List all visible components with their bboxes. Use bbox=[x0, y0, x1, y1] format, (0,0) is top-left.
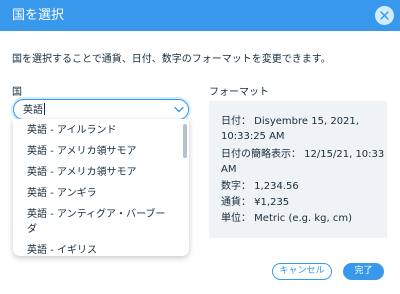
close-button[interactable] bbox=[375, 6, 394, 25]
country-option[interactable]: 英語 - アメリカ領サモア bbox=[27, 166, 136, 180]
country-select-value[interactable]: 英語 bbox=[23, 103, 45, 118]
dialog-description: 国を選択することで通貨、日付、数字のフォーマットを変更できます。 bbox=[12, 54, 331, 65]
chevron-down-icon[interactable] bbox=[174, 106, 184, 113]
dialog-title: 国を選択 bbox=[12, 8, 65, 23]
format-unit-line: 単位： Metric (e.g. kg, cm) bbox=[221, 213, 353, 224]
text-cursor bbox=[44, 103, 45, 115]
country-option[interactable]: 英語 - アンティグア・バーブー bbox=[27, 208, 165, 222]
format-date-line-continued: 10:33:25 AM bbox=[221, 131, 285, 142]
country-label: 国 bbox=[12, 87, 22, 98]
format-short-date-line-continued: AM bbox=[221, 164, 237, 175]
format-currency-line: 通貨： ¥1,235 bbox=[221, 197, 290, 208]
country-option[interactable]: 英語 - アンギラ bbox=[27, 187, 97, 201]
country-option[interactable]: 英語 - アメリカ領サモア bbox=[27, 145, 136, 159]
format-number-line: 数字： 1,234.56 bbox=[221, 181, 299, 192]
country-option-continued[interactable]: ダ bbox=[27, 223, 37, 237]
country-dropdown-list[interactable]: 英語 - アイルランド 英語 - アメリカ領サモア 英語 - アメリカ領サモア … bbox=[13, 119, 189, 256]
format-preview-box: 日付： Disyembre 15, 2021, 10:33:25 AM 日付の簡… bbox=[209, 101, 387, 238]
country-select[interactable]: 英語 bbox=[13, 99, 189, 120]
format-date-line: 日付： Disyembre 15, 2021, bbox=[221, 116, 359, 127]
dialog-header: 国を選択 bbox=[0, 0, 400, 31]
cancel-button[interactable]: キャンセル bbox=[272, 263, 332, 280]
close-icon bbox=[380, 11, 389, 20]
format-short-date-line: 日付の簡略表示： 12/15/21, 10:33 bbox=[221, 149, 385, 160]
scrollbar-thumb[interactable] bbox=[183, 124, 187, 158]
done-button[interactable]: 完了 bbox=[343, 263, 384, 280]
format-label: フォーマット bbox=[209, 87, 269, 98]
country-option[interactable]: 英語 - イギリス bbox=[27, 244, 97, 256]
country-option[interactable]: 英語 - アイルランド bbox=[27, 124, 116, 138]
